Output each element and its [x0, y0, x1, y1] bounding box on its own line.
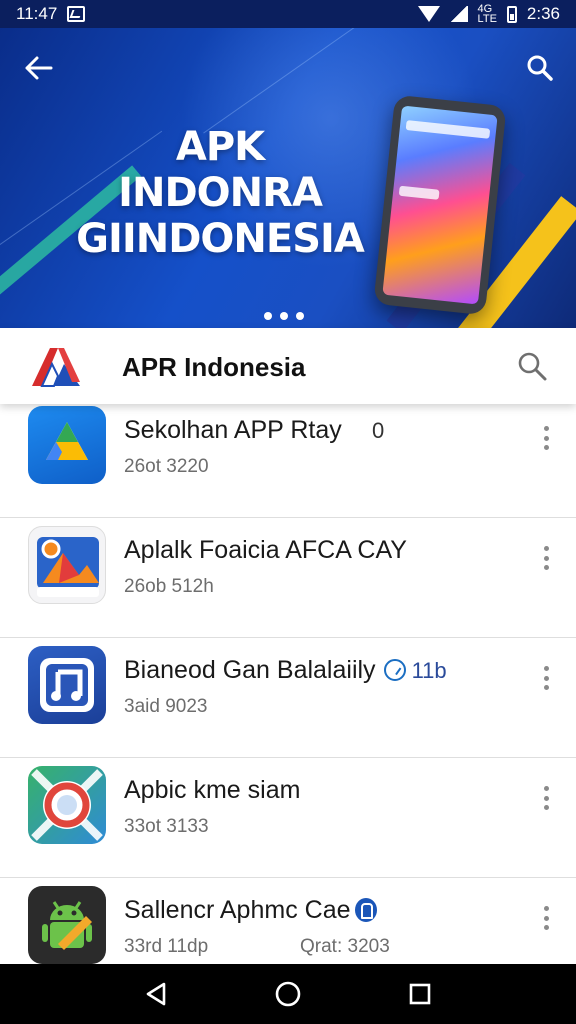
overflow-menu-icon[interactable] [542, 906, 550, 930]
app-name: Bianeod Gan Balalaiily 11b [124, 656, 447, 685]
list-item[interactable]: Bianeod Gan Balalaiily 11b 3aid 9023 [0, 638, 576, 758]
home-circle-icon [275, 981, 301, 1007]
search-icon [527, 55, 553, 81]
status-left: 11:47 [16, 4, 86, 24]
network-type-label: 4G LTE [477, 3, 497, 25]
carousel-dot[interactable] [280, 312, 288, 320]
banner-title-line1: APK INDONRA [118, 124, 323, 216]
banner-search-button[interactable] [524, 52, 556, 84]
verified-badge-icon [383, 659, 406, 681]
app-name: Aplalk Foaicia AFCA CAY [124, 536, 407, 564]
app-meta: 33rd 11dp [124, 936, 209, 957]
list-item[interactable]: Apbic kme siam 33ot 3133 [0, 758, 576, 878]
app-name: Sallencr Aphmc Cae [124, 896, 377, 925]
list-item[interactable]: Sallencr Aphmc Cae 33rd 11dp Qrat: 3203 [0, 878, 576, 964]
status-time-left: 11:47 [16, 4, 58, 23]
app-name-text: Bianeod Gan Balalaiily [124, 656, 376, 684]
apr-indonesia-logo [32, 348, 80, 387]
list-item[interactable]: Aplalk Foaicia AFCA CAY 26ob 512h [0, 518, 576, 638]
android-icon [28, 886, 106, 964]
app-name: Sekolhan APP Rtay [124, 416, 342, 444]
phone-illustration [373, 94, 507, 316]
app-name-text: Sallencr Aphmc Cae [124, 896, 351, 924]
list-item[interactable]: Sekolhan APP Rtay 0 26ot 3220 [0, 404, 576, 518]
overflow-menu-icon[interactable] [542, 426, 550, 450]
overflow-menu-icon[interactable] [542, 786, 550, 810]
nav-recents-button[interactable] [398, 972, 442, 1016]
app-count: 0 [372, 418, 385, 443]
nav-home-button[interactable] [266, 972, 310, 1016]
app-search-button[interactable] [516, 350, 548, 382]
app-badge-count: 11b [411, 658, 447, 683]
app-meta: 26ot 3220 [124, 456, 209, 477]
overflow-menu-icon[interactable] [542, 666, 550, 690]
back-button[interactable] [22, 52, 54, 84]
banner-title: APK INDONRA GIINDONESIA [70, 124, 370, 262]
banner-title-line2: GIINDONESIA [76, 216, 365, 262]
overflow-menu-icon[interactable] [542, 546, 550, 570]
carousel-dot[interactable] [264, 312, 272, 320]
signal-icon [449, 6, 468, 22]
phone-screen-bar [398, 185, 440, 200]
wifi-icon [417, 6, 440, 22]
lock-badge-icon [354, 898, 377, 922]
app-name: Apbic kme siam [124, 776, 301, 804]
carousel-dot[interactable] [296, 312, 304, 320]
hero-banner[interactable]: APK INDONRA GIINDONESIA [0, 28, 576, 328]
battery-icon [506, 5, 517, 23]
nav-back-button[interactable] [134, 972, 178, 1016]
app-list[interactable]: Sekolhan APP Rtay 0 26ot 3220 Aplalk Foa… [0, 404, 576, 964]
app-meta: 26ob 512h [124, 576, 214, 597]
back-arrow-icon [25, 56, 53, 80]
drive-triangle-icon [28, 406, 106, 484]
back-triangle-icon [146, 982, 166, 1006]
search-icon [518, 352, 547, 381]
system-nav-bar [0, 964, 576, 1024]
phone-screen-bar [405, 120, 491, 139]
music-note-icon [28, 646, 106, 724]
phone-screen [382, 105, 498, 305]
recents-square-icon [409, 983, 431, 1005]
app-meta: 3aid 9023 [124, 696, 208, 717]
status-right: 4G LTE 2:36 [417, 3, 560, 25]
app-header: APR Indonesia [0, 328, 576, 404]
app-extra-meta: Qrat: 3203 [300, 936, 390, 957]
status-time-right: 2:36 [526, 4, 560, 23]
app-title: APR Indonesia [122, 352, 306, 382]
photo-app-icon [28, 526, 106, 604]
app-meta: 33ot 3133 [124, 816, 209, 837]
target-ring-icon [28, 766, 106, 844]
image-notification-icon [67, 6, 86, 22]
status-bar: 11:47 4G LTE 2:36 [0, 0, 576, 28]
carousel-dots[interactable] [264, 312, 304, 320]
